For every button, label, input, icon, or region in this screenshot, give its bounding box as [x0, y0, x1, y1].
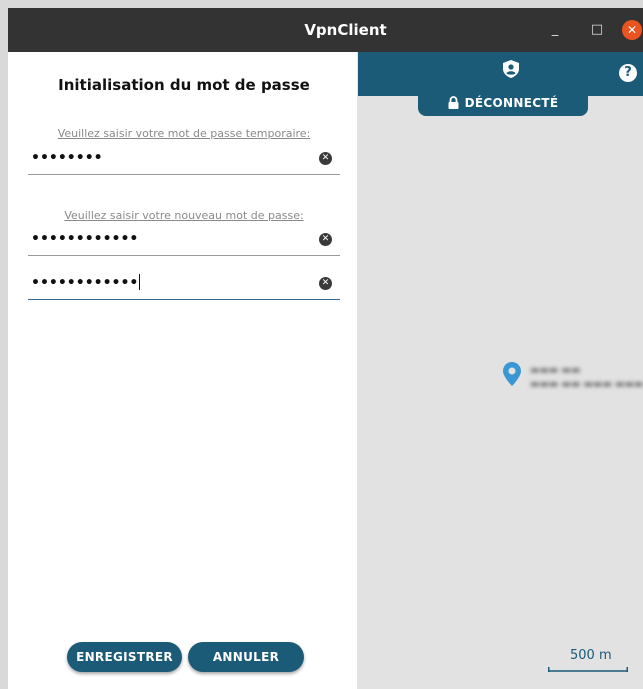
- save-button[interactable]: ENREGISTRER: [67, 642, 182, 672]
- map-scale-bar: [548, 667, 628, 672]
- password-panel: Initialisation du mot de passe Veuillez …: [8, 52, 358, 689]
- status-badge: DÉCONNECTÉ: [418, 92, 588, 116]
- clear-icon[interactable]: ✕: [319, 233, 332, 246]
- clear-icon[interactable]: ✕: [319, 277, 332, 290]
- title-bar[interactable]: VpnClient _ □ ✕: [8, 8, 643, 52]
- vpn-status-bar: ?: [358, 52, 643, 96]
- map-scale-label: 500 m: [570, 648, 612, 663]
- lock-icon: [448, 96, 459, 109]
- location-pin-icon[interactable]: [503, 362, 521, 386]
- temp-password-value: ••••••••: [31, 150, 103, 166]
- map-panel[interactable]: ? DÉCONNECTÉ ▬▬▬ ▬▬ ▬▬▬ ▬▬ ▬▬▬ ▬▬▬ 500 m: [358, 52, 643, 689]
- new-password-value: ••••••••••••: [31, 231, 139, 247]
- new-password-field[interactable]: •••••••••••• ✕: [28, 229, 340, 256]
- confirm-password-value: ••••••••••••: [31, 274, 141, 291]
- help-button[interactable]: ?: [619, 64, 637, 82]
- status-text: DÉCONNECTÉ: [464, 96, 559, 110]
- close-button[interactable]: ✕: [622, 20, 642, 40]
- clear-icon[interactable]: ✕: [319, 152, 332, 165]
- app-window: VpnClient _ □ ✕ Initialisation du mot de…: [8, 8, 643, 689]
- new-password-hint: Veuillez saisir votre nouveau mot de pas…: [64, 209, 304, 222]
- cancel-button[interactable]: ANNULER: [188, 642, 304, 672]
- temp-password-field[interactable]: •••••••• ✕: [28, 148, 340, 175]
- location-label-blurred: ▬▬▬ ▬▬ ▬▬▬ ▬▬ ▬▬▬ ▬▬▬: [530, 365, 643, 390]
- maximize-button[interactable]: □: [587, 20, 607, 40]
- minimize-button[interactable]: _: [545, 20, 565, 40]
- page-title: Initialisation du mot de passe: [58, 76, 310, 94]
- temp-password-hint: Veuillez saisir votre mot de passe tempo…: [57, 127, 311, 140]
- shield-user-icon: [503, 60, 519, 78]
- confirm-password-field[interactable]: •••••••••••• ✕: [28, 273, 340, 300]
- text-caret: [139, 274, 141, 290]
